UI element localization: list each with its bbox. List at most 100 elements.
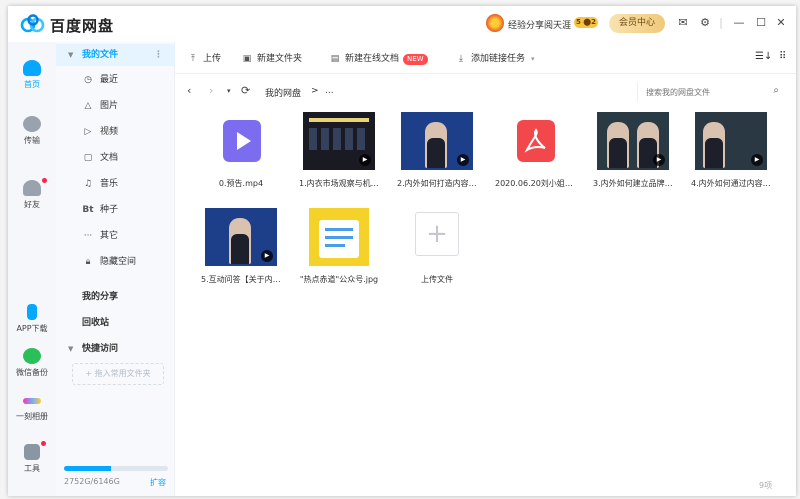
- sidebar: ▼ 我的文件 ⋮ ◷ 最近 △ 图片 ▷ 视频 ▢ 文档 ♫ 音乐 Bt 种子 ··· 其它 …: [56, 42, 175, 496]
- more-icon[interactable]: ⋮: [154, 44, 163, 66]
- grid-view-icon[interactable]: ⠿: [779, 51, 786, 62]
- folder-plus-icon: ▣: [242, 54, 252, 64]
- sidebar-item-torrents[interactable]: Bt 种子: [56, 199, 175, 221]
- search-input[interactable]: [646, 85, 764, 99]
- breadcrumb-more[interactable]: ...: [325, 86, 334, 96]
- sidebar-item-label: 文档: [100, 153, 119, 163]
- sort-icon[interactable]: ☰↓: [755, 51, 772, 62]
- rail-item-tools[interactable]: 工具: [8, 444, 56, 474]
- video-thumbnail: ▶: [695, 112, 767, 170]
- play-icon: ▷: [84, 127, 92, 137]
- sidebar-item-images[interactable]: △ 图片: [56, 95, 175, 117]
- history-caret-icon[interactable]: ▾: [227, 87, 231, 95]
- file-item[interactable]: 0.预告.mp4: [201, 112, 281, 204]
- file-name: 2.内外如何打造内容.mp4: [397, 179, 477, 188]
- sidebar-item-quick-access[interactable]: ▼ 快捷访问: [56, 338, 175, 360]
- minimize-icon[interactable]: —: [732, 16, 746, 30]
- file-item[interactable]: ▶ 1.内衣市场观察与机会.mp4: [299, 112, 379, 204]
- new-folder-button[interactable]: ▣ 新建文件夹: [241, 51, 302, 64]
- video-thumbnail: ▶: [303, 112, 375, 170]
- sidebar-item-recycle[interactable]: 回收站: [56, 312, 175, 334]
- upload-file-tile[interactable]: + 上传文件: [397, 208, 477, 300]
- sidebar-item-label: 图片: [100, 101, 119, 111]
- rail-item-album[interactable]: 一刻相册: [8, 392, 56, 422]
- storage-quota-bar: [64, 466, 168, 471]
- sidebar-item-hidden-space[interactable]: 🔒︎ 隐藏空间: [56, 251, 175, 273]
- drop-folder-zone[interactable]: + 拖入常用文件夹: [72, 363, 164, 385]
- gear-icon[interactable]: ⚙: [698, 16, 712, 30]
- breadcrumb-root[interactable]: 我的网盘: [265, 86, 301, 99]
- sidebar-item-my-share[interactable]: 我的分享: [56, 286, 175, 308]
- sidebar-item-videos[interactable]: ▷ 视频: [56, 121, 175, 143]
- video-thumbnail: ▶: [205, 208, 277, 266]
- file-item[interactable]: ▶ 2.内外如何打造内容.mp4: [397, 112, 477, 204]
- file-item[interactable]: ▶ 4.内外如何通过内容.mp4: [691, 112, 771, 204]
- app-title: 百度网盘: [50, 17, 115, 35]
- file-item[interactable]: "热点赤道"公众号.jpg: [299, 208, 379, 300]
- sidebar-item-other[interactable]: ··· 其它: [56, 225, 175, 247]
- upload-button[interactable]: ⤒ 上传: [187, 51, 221, 64]
- user-name[interactable]: 经验分享阅天涯: [508, 18, 571, 31]
- rail-item-app-download[interactable]: APP下载: [8, 304, 56, 334]
- sidebar-item-music[interactable]: ♫ 音乐: [56, 173, 175, 195]
- new-online-doc-button[interactable]: ▤ 新建在线文档 NEW: [329, 51, 428, 65]
- sidebar-item-docs[interactable]: ▢ 文档: [56, 147, 175, 169]
- play-icon: ▶: [457, 154, 469, 166]
- expand-storage-link[interactable]: 扩容: [150, 477, 166, 488]
- sidebar-item-label: 音乐: [100, 179, 119, 189]
- caret-down-icon: ▾: [531, 55, 535, 63]
- rail-item-transfer[interactable]: 传输: [8, 116, 56, 146]
- file-name: 5.互动问答【关于内容】.mp4: [201, 275, 281, 284]
- play-icon: ▶: [653, 154, 665, 166]
- video-file-icon: [223, 120, 261, 162]
- maximize-icon[interactable]: ☐: [754, 16, 768, 30]
- storage-quota-text: 2752G/6146G: [64, 477, 120, 486]
- video-thumbnail: ▶: [597, 112, 669, 170]
- document-icon: ▢: [83, 153, 93, 163]
- sidebar-item-label: 其它: [100, 231, 119, 241]
- mail-icon[interactable]: ✉: [676, 16, 690, 30]
- rail-item-friends[interactable]: 好友: [8, 180, 56, 210]
- rail-label: 传输: [24, 136, 40, 145]
- play-icon: ▶: [261, 250, 273, 262]
- nav-bar: ‹ › ▾ ⟳ 我的网盘 > ... ⌕: [175, 80, 796, 104]
- refresh-icon[interactable]: ⟳: [241, 84, 250, 97]
- sidebar-item-label: 种子: [100, 205, 119, 215]
- rail-label: 一刻相册: [16, 412, 48, 421]
- search-icon[interactable]: ⌕: [773, 85, 779, 96]
- rail-label: APP下载: [16, 324, 48, 333]
- file-name: "热点赤道"公众号.jpg: [299, 275, 379, 284]
- baidu-netdisk-logo-icon: [20, 14, 45, 33]
- rail-item-wechat-backup[interactable]: 微信备份: [8, 348, 56, 378]
- transfer-icon: [23, 116, 41, 132]
- sidebar-item-label: 快捷访问: [82, 344, 119, 354]
- forward-icon[interactable]: ›: [209, 84, 213, 97]
- file-name: 0.预告.mp4: [218, 179, 264, 188]
- sidebar-item-label: 最近: [100, 75, 119, 85]
- friends-icon: [23, 180, 41, 196]
- plus-icon: +: [415, 212, 459, 256]
- toolbar: ⤒ 上传 ▣ 新建文件夹 ▤ 新建在线文档 NEW ⤓ 添加链接任务 ▾ ☰↓ ⠿: [175, 42, 796, 74]
- search-box: ⌕: [637, 82, 785, 102]
- sidebar-item-recent[interactable]: ◷ 最近: [56, 69, 175, 91]
- file-item[interactable]: ▶ 3.内外如何建立品牌.mp4: [593, 112, 673, 204]
- file-name: 4.内外如何通过内容.mp4: [691, 179, 771, 188]
- user-avatar[interactable]: [486, 14, 504, 32]
- lock-icon: 🔒︎: [85, 257, 91, 267]
- torrent-icon: Bt: [82, 205, 94, 215]
- sidebar-item-my-files[interactable]: ▼ 我的文件 ⋮: [56, 44, 175, 66]
- sidebar-item-label: 回收站: [82, 318, 110, 328]
- add-link-task-button[interactable]: ⤓ 添加链接任务 ▾: [455, 51, 535, 64]
- new-doc-label: 新建在线文档: [345, 54, 400, 64]
- rail-label: 微信备份: [16, 368, 48, 377]
- pdf-file-icon: [517, 120, 555, 162]
- file-item[interactable]: 2020.06.20刘小姐.pdf: [495, 112, 575, 204]
- vip-center-button[interactable]: 会员中心: [609, 14, 665, 33]
- rail-item-home[interactable]: 首页: [8, 60, 56, 90]
- main-panel: ⤒ 上传 ▣ 新建文件夹 ▤ 新建在线文档 NEW ⤓ 添加链接任务 ▾ ☰↓ ⠿ ‹ › …: [175, 42, 796, 496]
- file-item[interactable]: ▶ 5.互动问答【关于内容】.mp4: [201, 208, 281, 300]
- close-icon[interactable]: ✕: [774, 16, 788, 30]
- add-link-label: 添加链接任务: [471, 54, 526, 64]
- back-icon[interactable]: ‹: [187, 84, 191, 97]
- play-icon: ▶: [359, 154, 371, 166]
